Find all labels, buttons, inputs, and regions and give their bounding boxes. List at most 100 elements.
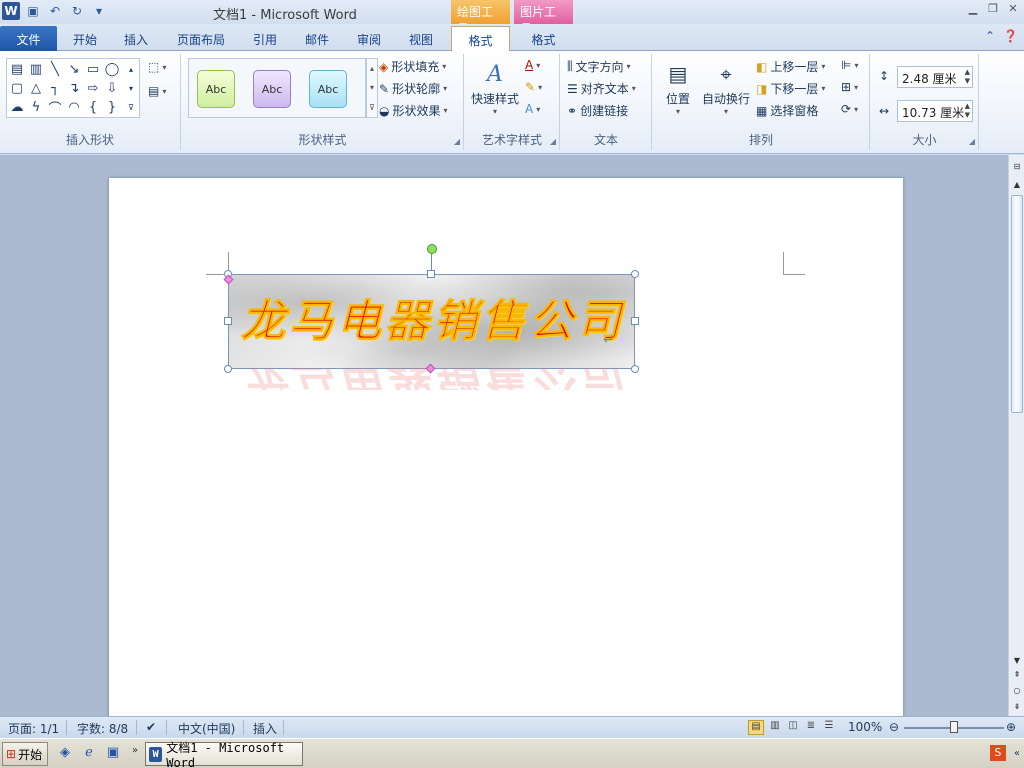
rotation-handle[interactable] xyxy=(427,244,437,254)
word-count[interactable]: 字数: 8/8 xyxy=(77,720,128,737)
shapes-gallery[interactable]: ▤ ▥ ╲ ↘ ▭ ◯ ▢ △ ┐ ↴ ⇨ ⇩ ☁ ϟ ⌒ ◠ { } ▴ ▾ … xyxy=(6,58,140,118)
styles-gallery-scroll[interactable]: ▴ ▾ ⊽ xyxy=(366,58,378,118)
tab-references[interactable]: 引用 xyxy=(245,28,285,50)
zoom-slider-thumb[interactable] xyxy=(950,721,958,733)
more-icon[interactable]: ⊽ xyxy=(369,103,375,112)
shape-effects-button[interactable]: ◒ 形状效果 ▾ xyxy=(379,102,448,119)
outline-view-icon[interactable]: ≣ xyxy=(803,720,819,735)
scroll-up-icon[interactable]: ▴ xyxy=(370,64,374,73)
spinner-arrows-icon[interactable]: ▲ ▼ xyxy=(965,68,970,86)
lightning-shape-icon[interactable]: ϟ xyxy=(28,99,44,115)
width-spinner[interactable]: 10.73 厘米 ▲ ▼ xyxy=(897,100,973,122)
elbow-connector-shape-icon[interactable]: ┐ xyxy=(47,80,63,96)
align-text-button[interactable]: ☰ 对齐文本 ▾ xyxy=(567,80,636,97)
tray-app-icon[interactable]: S xyxy=(989,745,1006,761)
wordart-text[interactable]: 龙马电器销售公司 xyxy=(233,285,633,349)
wordart-object[interactable]: 龙马电器销售公司 xyxy=(228,274,635,369)
draft-view-icon[interactable]: ☰ xyxy=(821,720,837,735)
tab-mailings[interactable]: 邮件 xyxy=(297,28,337,50)
group-objects-button[interactable]: ⊞ ▾ xyxy=(841,80,858,94)
undo-icon[interactable]: ↶ xyxy=(46,2,64,20)
text-effects-button[interactable]: A ▾ xyxy=(525,102,540,116)
full-screen-reading-icon[interactable]: ▥ xyxy=(767,720,783,735)
resize-handle-bottom-left[interactable] xyxy=(224,365,232,373)
dialog-launcher-icon[interactable]: ◢ xyxy=(550,137,556,146)
height-spinner[interactable]: 2.48 厘米 ▲ ▼ xyxy=(897,66,973,88)
tab-page-layout[interactable]: 页面布局 xyxy=(170,28,232,50)
zoom-in-icon[interactable]: ⊕ xyxy=(1006,720,1016,734)
left-brace-shape-icon[interactable]: { xyxy=(85,99,101,115)
internet-explorer-icon[interactable]: ℯ xyxy=(80,745,98,763)
dialog-launcher-icon[interactable]: ◢ xyxy=(969,137,975,146)
tab-insert[interactable]: 插入 xyxy=(114,28,158,50)
draw-textbox-button[interactable]: ▤ ▾ xyxy=(148,84,166,98)
help-icon[interactable]: ❓ xyxy=(1003,29,1018,43)
spinner-arrows-icon[interactable]: ▲ ▼ xyxy=(965,102,970,120)
create-link-button[interactable]: ⚭ 创建链接 xyxy=(567,102,628,119)
rotate-button[interactable]: ⟳ ▾ xyxy=(841,102,858,116)
tab-picture-format[interactable]: 格式 xyxy=(514,28,573,50)
align-button[interactable]: ⊫ ▾ xyxy=(841,58,858,72)
right-arrow-shape-icon[interactable]: ⇨ xyxy=(85,80,101,96)
word-logo-icon[interactable]: W xyxy=(2,2,20,20)
dialog-launcher-icon[interactable]: ◢ xyxy=(454,137,460,146)
resize-handle-bottom-right[interactable] xyxy=(631,365,639,373)
close-icon[interactable]: ✕ xyxy=(1006,2,1020,16)
show-desktop-icon[interactable]: ◈ xyxy=(56,745,74,763)
web-layout-icon[interactable]: ◫ xyxy=(785,720,801,735)
tab-drawing-format[interactable]: 格式 xyxy=(451,26,510,52)
style-preset-green[interactable]: Abc xyxy=(197,70,235,108)
selection-pane-button[interactable]: ▦ 选择窗格 xyxy=(756,102,818,119)
shape-fill-button[interactable]: ◈ 形状填充 ▾ xyxy=(379,58,446,75)
edit-shape-button[interactable]: ⬚ ▾ xyxy=(148,60,166,74)
rectangle-shape-icon[interactable]: ▭ xyxy=(85,61,101,77)
elbow-arrow-shape-icon[interactable]: ↴ xyxy=(66,80,82,96)
gallery-scroll-down-icon[interactable]: ▾ xyxy=(125,80,137,96)
quick-styles-button[interactable]: A 快速样式 ▾ xyxy=(469,58,521,117)
text-outline-button[interactable]: ✎ ▾ xyxy=(525,80,542,94)
redo-icon[interactable]: ↻ xyxy=(68,2,86,20)
triangle-shape-icon[interactable]: △ xyxy=(28,80,44,96)
scroll-down-icon[interactable]: ▼ xyxy=(1011,655,1023,667)
right-brace-shape-icon[interactable]: } xyxy=(104,99,120,115)
arc-shape-icon[interactable]: ◠ xyxy=(66,99,82,115)
print-layout-view-icon[interactable]: ▤ xyxy=(748,720,764,735)
down-arrow-shape-icon[interactable]: ⇩ xyxy=(104,80,120,96)
curve-shape-icon[interactable]: ⌒ xyxy=(47,99,63,117)
document-page[interactable]: 龙马电器销售公司 龙马电器销售公司 ↵ xyxy=(109,178,903,716)
line-shape-icon[interactable]: ╲ xyxy=(47,61,63,77)
minimize-icon[interactable]: ▁ xyxy=(966,2,980,16)
media-player-icon[interactable]: ▣ xyxy=(104,745,122,763)
resize-handle-left[interactable] xyxy=(224,317,232,325)
language[interactable]: 中文(中国) xyxy=(178,720,235,737)
tab-review[interactable]: 审阅 xyxy=(349,28,389,50)
gallery-more-icon[interactable]: ⊽ xyxy=(125,99,137,115)
resize-handle-right[interactable] xyxy=(631,317,639,325)
page-count[interactable]: 页面: 1/1 xyxy=(8,720,59,737)
tab-view[interactable]: 视图 xyxy=(401,28,441,50)
insert-mode[interactable]: 插入 xyxy=(253,720,277,737)
send-backward-button[interactable]: ◨ 下移一层 ▾ xyxy=(756,80,825,97)
text-fill-button[interactable]: A ▾ xyxy=(525,58,540,72)
proofing-icon[interactable]: ✔ xyxy=(146,720,156,734)
gallery-scroll-up-icon[interactable]: ▴ xyxy=(125,61,137,77)
zoom-out-icon[interactable]: ⊖ xyxy=(889,720,899,734)
tray-expand-icon[interactable]: « xyxy=(1014,748,1020,759)
text-direction-button[interactable]: ⫼ 文字方向 ▾ xyxy=(567,58,631,75)
vertical-scrollbar[interactable]: ⊟ ▲ ▼ ⇞ ○ ⇟ xyxy=(1008,155,1024,716)
zoom-level[interactable]: 100% xyxy=(848,720,882,734)
bring-forward-button[interactable]: ◧ 上移一层 ▾ xyxy=(756,58,825,75)
scrollbar-thumb[interactable] xyxy=(1011,195,1023,413)
style-preset-purple[interactable]: Abc xyxy=(253,70,291,108)
ruler-toggle-icon[interactable]: ⊟ xyxy=(1011,161,1023,173)
arrow-line-shape-icon[interactable]: ↘ xyxy=(66,61,82,77)
resize-handle-top-right[interactable] xyxy=(631,270,639,278)
resize-handle-top[interactable] xyxy=(427,270,435,278)
restore-icon[interactable]: ❐ xyxy=(986,2,1000,16)
cloud-shape-icon[interactable]: ☁ xyxy=(9,99,25,115)
scroll-down-icon[interactable]: ▾ xyxy=(370,83,374,92)
oval-shape-icon[interactable]: ◯ xyxy=(104,61,120,77)
minimize-ribbon-icon[interactable]: ⌃ xyxy=(985,29,995,43)
shape-outline-button[interactable]: ✎ 形状轮廓 ▾ xyxy=(379,80,447,97)
shape-styles-gallery[interactable]: Abc Abc Abc xyxy=(188,58,366,118)
